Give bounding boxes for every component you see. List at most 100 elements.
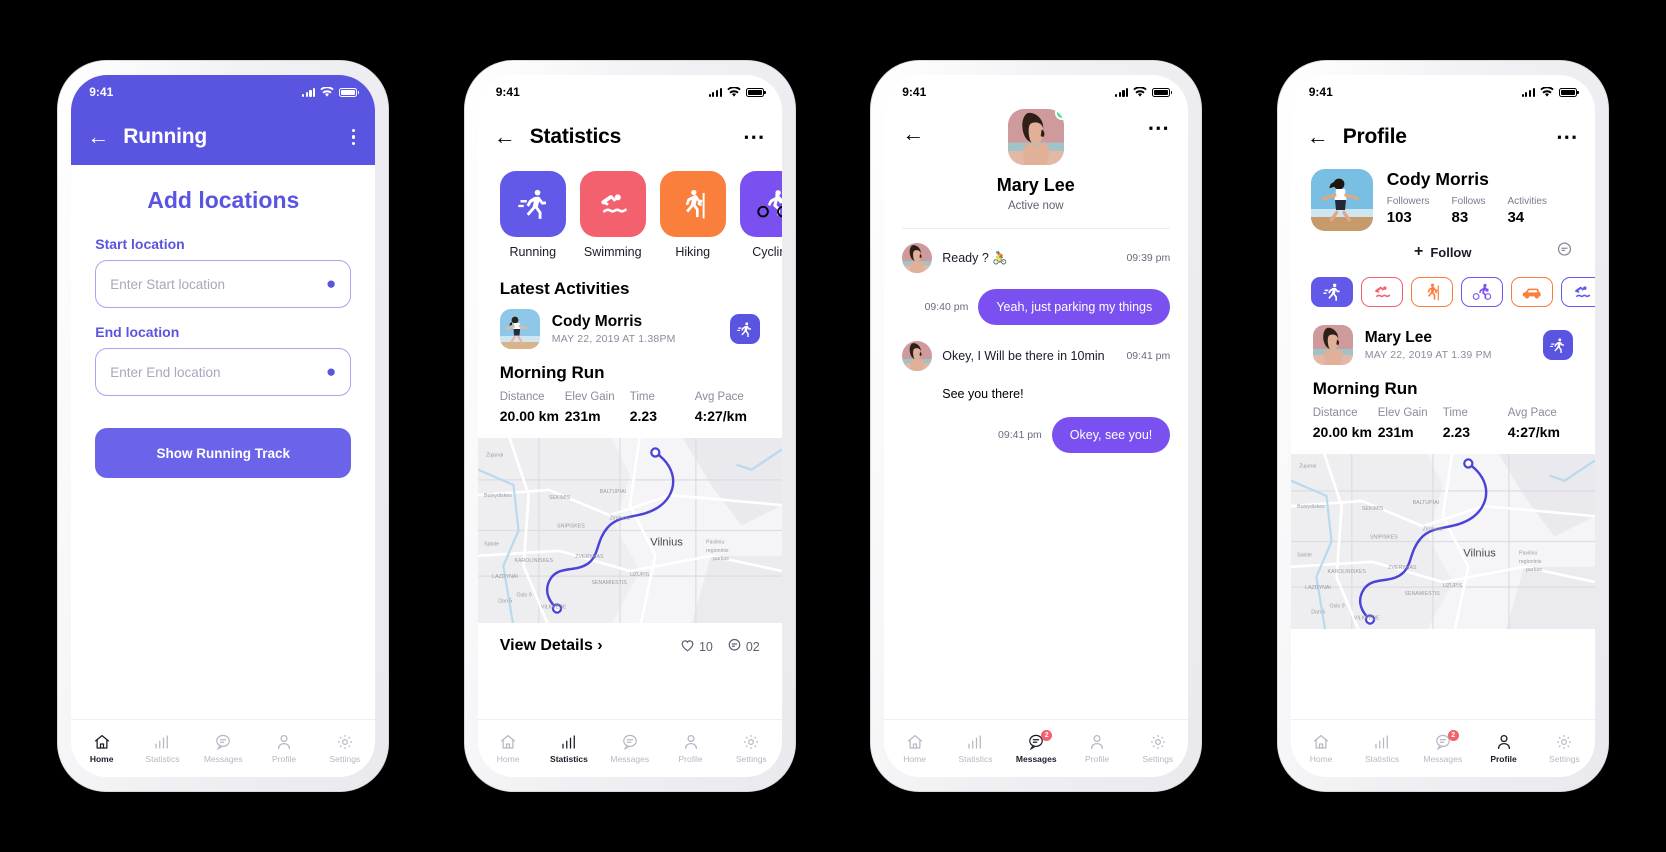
status-bar: 9:41 <box>1291 75 1595 109</box>
nav-item-profile[interactable]: Profile <box>660 733 721 764</box>
svg-text:Buivydiskes: Buivydiskes <box>484 493 512 499</box>
svg-text:Buivydiskes: Buivydiskes <box>1297 504 1325 510</box>
stat-value: 20.00 km <box>499 408 559 424</box>
stat-value: 2.23 <box>1442 424 1470 440</box>
wifi-icon <box>1540 86 1554 97</box>
profile-stat-value: 83 <box>1451 209 1469 226</box>
activity-stats: Distance 20.00 km Elev Gain 231m Time 2.… <box>478 391 782 424</box>
back-icon[interactable]: ← <box>494 126 516 148</box>
person-icon <box>1495 733 1513 751</box>
bar-chart-icon <box>560 733 578 751</box>
route-map[interactable]: Vilnius Zujunai Buivydiskes Salote LAZDYNA… <box>477 438 782 623</box>
nav-item-home[interactable]: Home <box>71 733 132 764</box>
follow-button[interactable]: + Follow <box>1414 243 1472 261</box>
chip-swimming-icon[interactable] <box>1560 277 1595 307</box>
section-title: Latest Activities <box>499 279 630 298</box>
stat-elev gain: Elev Gain 231m <box>565 391 630 424</box>
nav-item-label: Statistics <box>958 754 993 764</box>
cycling-icon <box>1472 282 1492 302</box>
map-pin-icon[interactable]: ● <box>326 362 336 382</box>
view-details-link[interactable]: View Details › <box>500 637 603 655</box>
nav-item-label: Settings <box>735 754 767 764</box>
profile-stat-value: 34 <box>1507 209 1525 226</box>
more-options-icon[interactable]: ⋯ <box>743 126 766 148</box>
chevron-right-icon: › <box>597 637 603 654</box>
activity-header: Mary Lee MAY 22, 2019 AT 1.39 PM <box>1291 325 1595 365</box>
stat-label: Distance <box>499 391 545 403</box>
running-icon <box>499 171 566 237</box>
nav-item-label: Home <box>89 754 114 764</box>
start-location-field[interactable]: ● <box>95 260 352 308</box>
map-pin-icon[interactable]: ● <box>326 274 336 294</box>
stat-label: Elev Gain <box>1377 407 1428 419</box>
person-icon <box>682 733 700 751</box>
svg-text:regioninis: regioninis <box>1519 559 1542 565</box>
comment-count[interactable]: 02 <box>727 638 760 654</box>
back-icon[interactable]: ← <box>87 126 109 148</box>
route-map[interactable]: Vilnius Zujunai Buivydiskes Salote LAZDYNA… <box>1290 454 1595 629</box>
nav-item-settings[interactable]: Settings <box>1127 733 1188 764</box>
hiking-icon <box>659 171 726 237</box>
avatar <box>1312 325 1353 365</box>
nav-item-profile[interactable]: Profile <box>1067 733 1128 764</box>
message-icon[interactable] <box>1556 241 1573 263</box>
back-icon[interactable]: ← <box>1307 126 1329 148</box>
chip-swimming-icon[interactable] <box>1360 277 1403 307</box>
nav-item-label: Profile <box>1084 754 1110 764</box>
category-cycling[interactable]: Cycling <box>739 171 782 259</box>
battery-icon <box>1152 87 1173 97</box>
nav-item-home[interactable]: Home <box>478 733 539 764</box>
signal-icon <box>1115 87 1129 97</box>
screenshot-stage: 9:41 ← Running Add locations Start locat… <box>0 0 1666 852</box>
nav-item-settings[interactable]: Settings <box>721 733 782 764</box>
svg-text:Zujunai: Zujunai <box>1299 464 1316 470</box>
stat-value: 2.23 <box>629 408 657 424</box>
nav-item-statistics[interactable]: Statistics <box>539 733 600 764</box>
home-icon <box>499 733 517 751</box>
more-options-icon[interactable]: ⋯ <box>1556 126 1579 148</box>
nav-item-messages[interactable]: Messages <box>193 733 254 764</box>
back-icon[interactable]: ← <box>902 123 924 145</box>
category-running[interactable]: Running <box>499 171 566 259</box>
nav-item-messages[interactable]: 2 Messages <box>1006 730 1067 764</box>
category-swimming[interactable]: Swimming <box>579 171 646 259</box>
nav-item-home[interactable]: Home <box>1291 733 1352 764</box>
svg-text:Vilnius: Vilnius <box>650 537 683 549</box>
page-title: Statistics <box>529 125 622 148</box>
nav-item-home[interactable]: Home <box>884 733 945 764</box>
chip-cycling-icon[interactable] <box>1460 277 1503 307</box>
svg-text:Oslo 9: Oslo 9 <box>516 592 531 598</box>
phone-profile: 9:41 ← Profile ⋯ Cody Morris Followers 1… <box>1277 61 1608 791</box>
nav-item-profile[interactable]: Profile <box>254 733 315 764</box>
chip-running-icon[interactable] <box>1310 277 1353 307</box>
start-location-input[interactable] <box>110 276 326 292</box>
like-count[interactable]: 10 <box>680 638 713 654</box>
svg-text:BALTUPIAI: BALTUPIAI <box>599 489 625 495</box>
nav-item-statistics[interactable]: Statistics <box>1352 733 1413 764</box>
nav-item-label: Messages <box>1423 754 1463 764</box>
app-bar: ← Profile ⋯ <box>1291 109 1595 165</box>
swimming-icon <box>1372 282 1392 302</box>
category-hiking[interactable]: Hiking <box>659 171 726 259</box>
end-location-field[interactable]: ● <box>95 348 352 396</box>
swimming-icon <box>579 171 646 237</box>
nav-item-settings[interactable]: Settings <box>1534 733 1595 764</box>
battery-icon <box>745 87 766 97</box>
stat-value: 231m <box>1377 424 1414 440</box>
nav-item-settings[interactable]: Settings <box>314 733 375 764</box>
nav-item-statistics[interactable]: Statistics <box>945 733 1006 764</box>
stat-avg pace: Avg Pace 4:27/km <box>1508 407 1573 440</box>
signal-icon <box>1521 87 1535 97</box>
svg-text:parkas: parkas <box>1526 567 1542 573</box>
nav-item-statistics[interactable]: Statistics <box>132 733 193 764</box>
nav-item-messages[interactable]: Messages <box>599 733 660 764</box>
nav-item-profile[interactable]: Profile <box>1473 733 1534 764</box>
chip-hiking-icon[interactable] <box>1410 277 1453 307</box>
nav-item-messages[interactable]: 2 Messages <box>1412 730 1473 764</box>
more-options-icon[interactable] <box>348 125 359 149</box>
chip-driving-icon[interactable] <box>1510 277 1553 307</box>
hiking-icon <box>1422 282 1442 302</box>
more-options-icon[interactable]: ⋯ <box>1147 116 1170 138</box>
show-running-track-button[interactable]: Show Running Track <box>95 428 352 478</box>
end-location-input[interactable] <box>110 364 326 380</box>
